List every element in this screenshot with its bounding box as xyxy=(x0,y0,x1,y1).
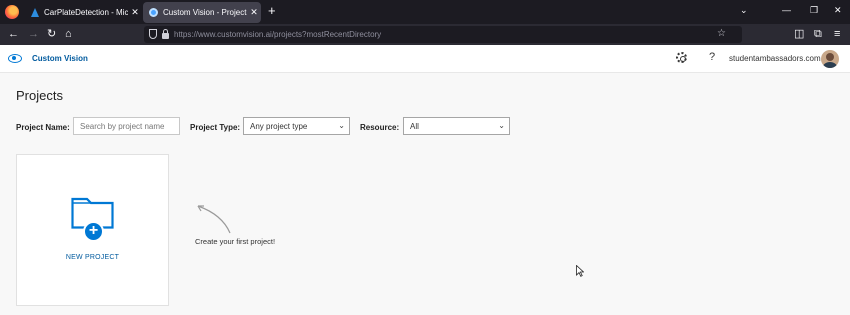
close-window-icon[interactable]: ✕ xyxy=(834,5,842,16)
tab-title: CarPlateDetection - Microsoft A xyxy=(44,7,128,17)
avatar[interactable] xyxy=(821,50,839,68)
forward-icon[interactable]: → xyxy=(28,27,39,41)
new-project-card[interactable]: + NEW PROJECT xyxy=(16,154,169,306)
new-tab-button[interactable]: + xyxy=(268,4,276,18)
tab-list-chevron-icon[interactable]: ⌄ xyxy=(740,5,748,16)
project-type-label: Project Type: xyxy=(190,123,241,132)
custom-vision-favicon-icon xyxy=(149,8,158,17)
resource-value: All xyxy=(410,122,419,131)
pocket-icon[interactable]: ◫ xyxy=(794,27,804,41)
minimize-icon[interactable]: — xyxy=(782,5,791,15)
tab-carplatedetection[interactable]: CarPlateDetection - Microsoft A ✕ xyxy=(24,0,142,24)
browser-tab-strip: CarPlateDetection - Microsoft A ✕ Custom… xyxy=(0,0,850,24)
close-tab-icon[interactable]: ✕ xyxy=(128,7,142,18)
project-name-search-input[interactable] xyxy=(73,117,180,135)
settings-gear-icon[interactable] xyxy=(676,52,687,63)
create-first-project-hint: Create your first project! xyxy=(195,237,276,246)
help-button[interactable]: ? xyxy=(709,51,715,63)
menu-icon[interactable]: ≡ xyxy=(834,27,840,41)
project-type-value: Any project type xyxy=(250,122,308,131)
curved-arrow-icon xyxy=(197,205,231,234)
firefox-icon[interactable] xyxy=(5,5,19,19)
brand-link[interactable]: Custom Vision xyxy=(32,54,88,63)
reload-icon[interactable]: ↻ xyxy=(47,27,56,41)
tab-custom-vision[interactable]: Custom Vision - Projects ✕ xyxy=(143,2,261,23)
url-text[interactable]: https://www.customvision.ai/projects?mos… xyxy=(174,30,381,39)
custom-vision-eye-icon[interactable] xyxy=(8,54,22,63)
extensions-icon[interactable]: ⧉ xyxy=(814,27,822,41)
resource-label: Resource: xyxy=(360,123,400,132)
add-project-plus-icon: + xyxy=(83,221,104,242)
back-icon[interactable]: ← xyxy=(8,27,19,41)
tracking-shield-icon[interactable] xyxy=(149,29,157,39)
bookmark-star-icon[interactable]: ☆ xyxy=(717,28,726,39)
project-type-select[interactable]: Any project type ⌄ xyxy=(243,117,350,135)
lock-icon[interactable] xyxy=(162,29,169,39)
account-name[interactable]: studentambassadors.com xyxy=(729,54,821,63)
browser-nav-bar: ← → ↻ ⌂ https://www.customvision.ai/proj… xyxy=(0,24,850,45)
tab-title: Custom Vision - Projects xyxy=(163,8,247,17)
page-title: Projects xyxy=(16,88,63,103)
home-icon[interactable]: ⌂ xyxy=(65,27,72,41)
address-bar[interactable]: https://www.customvision.ai/projects?mos… xyxy=(144,26,742,43)
chevron-down-icon: ⌄ xyxy=(498,121,505,130)
app-header: Custom Vision ? studentambassadors.com xyxy=(0,45,850,73)
mouse-cursor-icon xyxy=(576,265,584,277)
close-tab-icon[interactable]: ✕ xyxy=(247,7,261,18)
chevron-down-icon: ⌄ xyxy=(338,121,345,130)
restore-icon[interactable]: ❐ xyxy=(810,5,818,16)
project-name-label: Project Name: xyxy=(16,123,70,132)
azure-favicon-icon xyxy=(30,7,39,17)
new-project-label: NEW PROJECT xyxy=(65,254,120,261)
resource-select[interactable]: All ⌄ xyxy=(403,117,510,135)
